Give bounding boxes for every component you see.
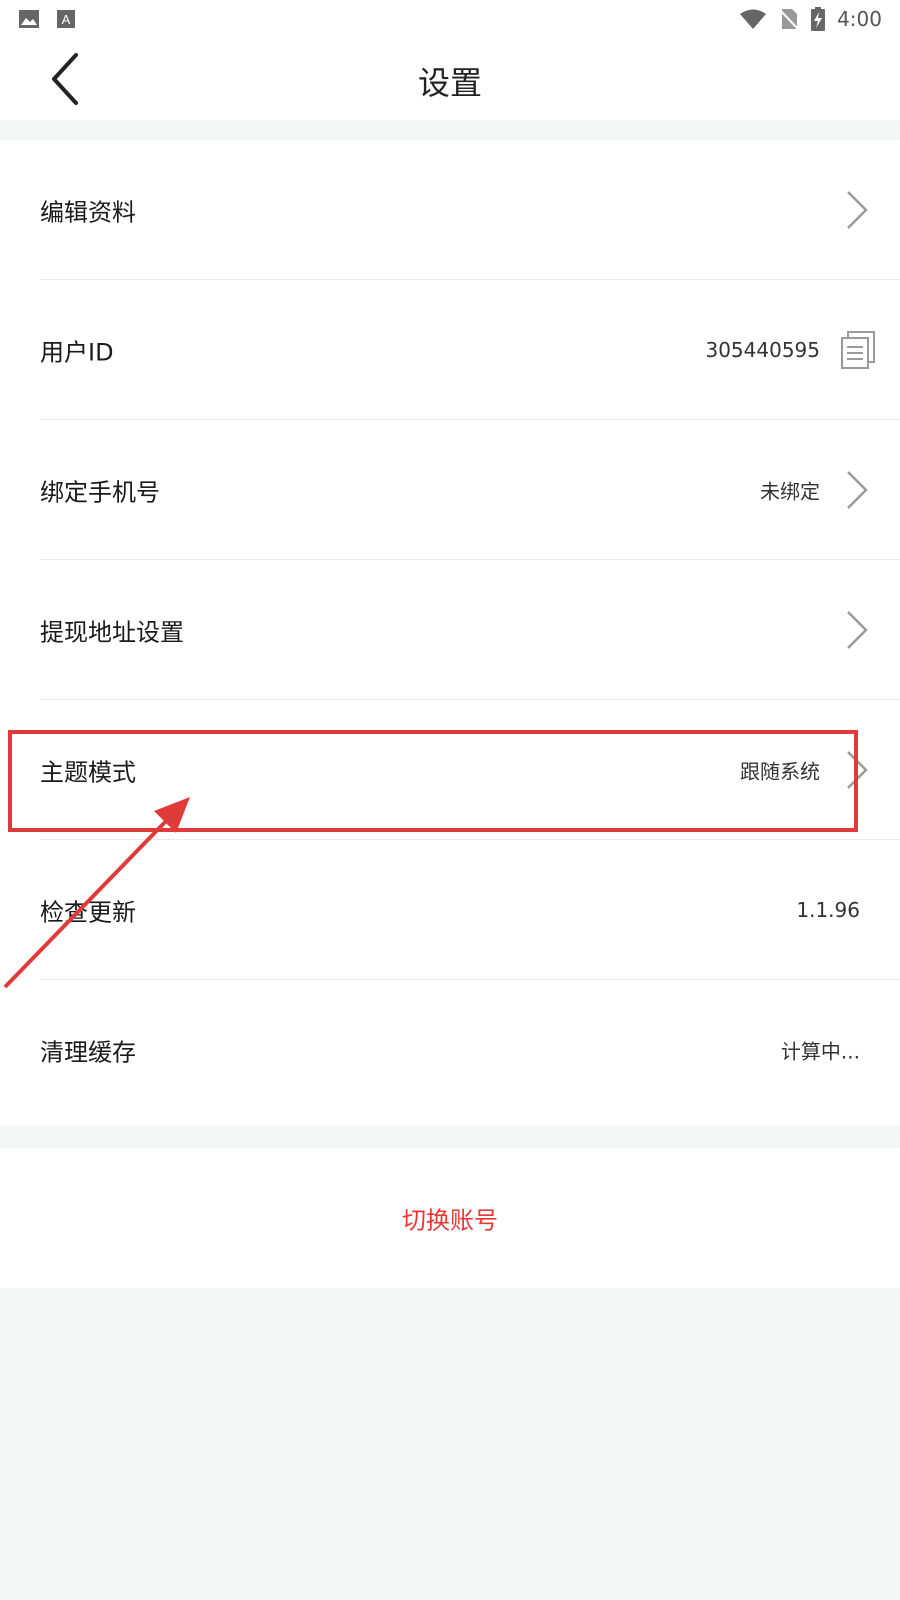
copy-icon[interactable] [840,330,876,370]
text-a-icon: A [57,10,75,28]
navigation-bar: 设置 [0,38,900,120]
row-label: 主题模式 [40,758,136,787]
user-id-value: 305440595 [705,338,820,362]
page-title: 设置 [417,64,482,102]
cache-size-value: 计算中... [780,1039,860,1064]
status-time: 4:00 [837,7,882,31]
switch-account-button[interactable]: 切换账号 [0,1201,900,1236]
status-bar-left: A [18,9,76,29]
status-bar: A 4:00 [0,0,900,38]
row-label: 清理缓存 [40,1038,136,1067]
row-label: 编辑资料 [40,198,136,227]
chevron-right-icon [847,191,868,229]
wifi-icon [740,9,767,29]
switch-account-section: 切换账号 [0,1148,900,1288]
chevron-right-icon [847,751,868,789]
settings-row-edit-profile[interactable]: 编辑资料 [0,140,900,280]
settings-row-theme-mode[interactable]: 主题模式 跟随系统 [0,700,900,840]
settings-row-check-update[interactable]: 检查更新 1.1.96 [0,840,900,980]
row-label: 绑定手机号 [40,478,160,507]
settings-list: 编辑资料 用户ID 305440595 绑定手机号 未绑定 提现地址设置 主题模… [0,140,900,1126]
chevron-right-icon [847,471,868,509]
settings-row-user-id: 用户ID 305440595 [0,280,900,420]
chevron-right-icon [847,611,868,649]
no-sim-icon [779,9,799,30]
theme-mode-value: 跟随系统 [740,759,820,784]
version-value: 1.1.96 [796,898,860,922]
row-label: 提现地址设置 [40,618,184,647]
row-label: 检查更新 [40,898,136,927]
settings-row-bind-phone[interactable]: 绑定手机号 未绑定 [0,420,900,560]
settings-row-withdraw-address[interactable]: 提现地址设置 [0,560,900,700]
status-bar-right: 4:00 [739,7,882,31]
settings-row-clear-cache[interactable]: 清理缓存 计算中... [0,980,900,1120]
bind-phone-value: 未绑定 [760,479,820,504]
svg-text:A: A [62,12,71,27]
row-label: 用户ID [40,338,114,367]
image-icon [19,10,39,28]
battery-charging-icon [811,7,826,31]
